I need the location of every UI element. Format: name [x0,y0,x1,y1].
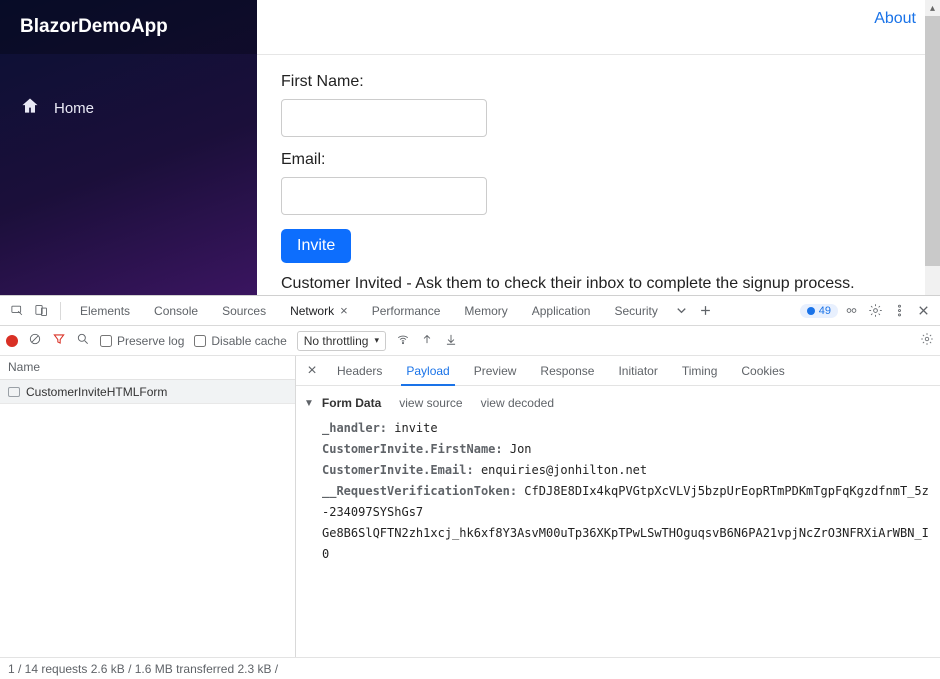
throttling-select[interactable]: No throttling▾ [297,331,386,351]
tab-initiator[interactable]: Initiator [607,356,668,386]
tab-performance[interactable]: Performance [361,296,452,326]
download-icon[interactable] [444,332,458,349]
section-title: Form Data [322,396,381,410]
device-toggle-icon[interactable] [30,300,52,322]
invite-button[interactable]: Invite [281,229,351,263]
email-input[interactable] [281,177,487,215]
form-data-row: _handlerinvite [304,418,932,439]
more-tabs-icon[interactable] [671,300,693,322]
tab-cookies[interactable]: Cookies [730,356,795,386]
record-icon[interactable] [6,335,18,347]
form-data-row: __RequestVerificationTokenCfDJ8E8DIx4kqP… [304,481,932,523]
tab-application[interactable]: Application [521,296,602,326]
devtools: Elements Console Sources Network× Perfor… [0,295,940,679]
request-list: Name CustomerInviteHTMLForm [0,356,296,657]
divider [60,302,61,320]
tab-preview[interactable]: Preview [463,356,528,386]
clear-icon[interactable] [28,332,42,349]
search-icon[interactable] [76,332,90,349]
gear-icon[interactable] [864,300,886,322]
view-source-link[interactable]: view source [399,396,462,410]
home-icon [20,96,40,120]
close-detail-icon[interactable]: × [300,362,324,380]
tab-timing[interactable]: Timing [671,356,729,386]
kebab-icon[interactable] [888,300,910,322]
close-devtools-icon[interactable] [912,300,934,322]
sidebar-item-home[interactable]: Home [0,88,257,128]
tab-network[interactable]: Network× [279,296,359,326]
tab-console[interactable]: Console [143,296,209,326]
content-area: About First Name: Email: Invite Customer… [257,0,940,295]
form-data-row-cont: Ge8B6SlQFTN2zh1xcj_hk6xf8Y3AsvM00uTp36XK… [304,523,932,565]
request-row[interactable]: CustomerInviteHTMLForm [0,380,295,404]
add-tab-icon[interactable] [695,300,717,322]
sidebar-item-label: Home [54,100,94,117]
document-icon [8,387,20,397]
gear-icon[interactable] [920,332,934,349]
scroll-up-icon[interactable]: ▴ [925,0,940,16]
sidebar: BlazorDemoApp Home [0,0,257,295]
view-decoded-link[interactable]: view decoded [481,396,554,410]
filter-icon[interactable] [52,332,66,349]
scrollbar[interactable]: ▴ [925,0,940,295]
form-data-row: CustomerInvite.Emailenquiries@jonhilton.… [304,460,932,481]
request-list-header[interactable]: Name [0,356,295,380]
tab-headers[interactable]: Headers [326,356,393,386]
tab-response[interactable]: Response [529,356,605,386]
devtools-statusbar: 1 / 14 requests 2.6 kB / 1.6 MB transfer… [0,657,940,679]
email-label: Email: [281,151,916,169]
network-toolbar: Preserve log Disable cache No throttling… [0,326,940,356]
upload-icon[interactable] [420,332,434,349]
disclosure-triangle-icon[interactable]: ▼ [304,398,314,409]
tab-memory[interactable]: Memory [453,296,518,326]
issues-pill[interactable]: 49 [800,304,838,318]
devtools-tabbar: Elements Console Sources Network× Perfor… [0,296,940,326]
inspect-icon[interactable] [6,300,28,322]
devtools-extension-icon[interactable] [840,300,862,322]
scroll-thumb[interactable] [925,16,940,266]
first-name-label: First Name: [281,73,916,91]
form-data-row: CustomerInvite.FirstNameJon [304,439,932,460]
preserve-log-checkbox[interactable]: Preserve log [100,334,184,348]
close-icon[interactable]: × [340,303,348,318]
app-brand: BlazorDemoApp [0,0,257,54]
tab-security[interactable]: Security [603,296,668,326]
tab-elements[interactable]: Elements [69,296,141,326]
issue-dot-icon [807,307,815,315]
first-name-input[interactable] [281,99,487,137]
payload-panel: ▼ Form Data view source view decoded _ha… [296,386,940,565]
detail-tabs: × Headers Payload Preview Response Initi… [296,356,940,386]
status-message: Customer Invited - Ask them to check the… [281,275,916,293]
wifi-icon[interactable] [396,332,410,349]
disable-cache-checkbox[interactable]: Disable cache [194,334,286,348]
tab-sources[interactable]: Sources [211,296,277,326]
tab-payload[interactable]: Payload [395,356,460,386]
chevron-down-icon: ▾ [374,335,379,346]
about-link[interactable]: About [874,10,916,28]
